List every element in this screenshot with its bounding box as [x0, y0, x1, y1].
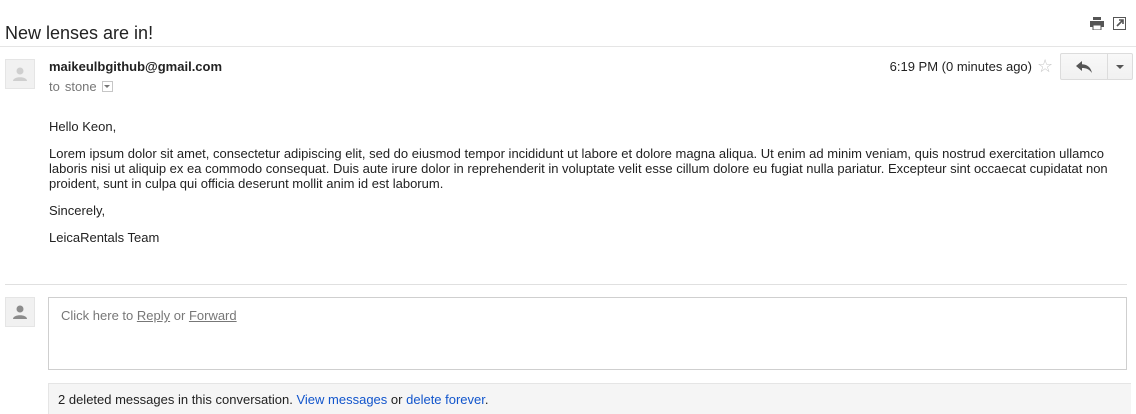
signature: LeicaRentals Team: [49, 230, 160, 245]
recipient-line: to stone: [49, 79, 113, 94]
delete-forever-link[interactable]: delete forever: [406, 392, 485, 407]
closing: Sincerely,: [49, 203, 106, 218]
message-divider: [5, 284, 1127, 285]
deleted-notice-text: 2 deleted messages in this conversation.: [58, 392, 293, 407]
sender-email[interactable]: maikeulbgithub@gmail.com: [49, 59, 222, 74]
chevron-down-icon: [1116, 64, 1124, 69]
to-prefix: to: [49, 79, 60, 94]
star-icon[interactable]: ☆: [1037, 56, 1053, 76]
quick-reply-box[interactable]: Click here to Reply or Forward: [48, 297, 1127, 370]
sender-avatar[interactable]: [5, 59, 35, 89]
person-icon: [13, 67, 27, 81]
deleted-or: or: [390, 392, 403, 407]
forward-link[interactable]: Forward: [189, 308, 237, 323]
greeting: Hello Keon,: [49, 119, 117, 134]
thread-toolbar: [1090, 16, 1126, 30]
reply-button-group: [1060, 53, 1133, 80]
message-timestamp: 6:19 PM (0 minutes ago): [889, 59, 1032, 74]
reply-icon: [1076, 60, 1092, 73]
show-details-dropdown[interactable]: [101, 81, 113, 92]
view-messages-link[interactable]: View messages: [296, 392, 387, 407]
my-avatar: [5, 297, 35, 327]
message-body: Hello Keon, Lorem ipsum dolor sit amet, …: [49, 119, 1109, 257]
email-subject: New lenses are in!: [5, 23, 154, 44]
deleted-suffix: .: [484, 392, 489, 407]
print-icon[interactable]: [1090, 16, 1104, 30]
reply-button[interactable]: [1060, 53, 1108, 80]
reply-prompt: Click here to: [61, 308, 134, 323]
header-divider: [0, 46, 1136, 47]
open-in-new-window-icon[interactable]: [1112, 16, 1126, 30]
reply-link[interactable]: Reply: [137, 308, 170, 323]
recipient-name: stone: [64, 79, 97, 94]
more-options-button[interactable]: [1108, 53, 1133, 80]
reply-or: or: [173, 308, 186, 323]
person-icon: [13, 305, 27, 319]
deleted-messages-notice: 2 deleted messages in this conversation.…: [48, 383, 1131, 414]
body-paragraph: Lorem ipsum dolor sit amet, consectetur …: [49, 146, 1108, 191]
